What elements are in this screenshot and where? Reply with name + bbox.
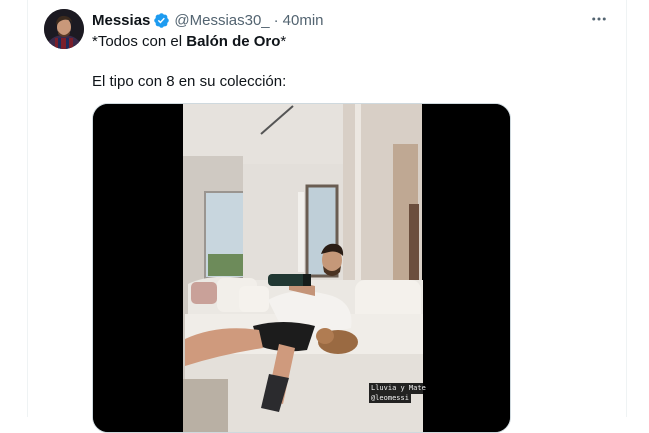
handle[interactable]: @Messias30_ bbox=[174, 12, 269, 29]
tweet-text-line2: El tipo con 8 en su colección: bbox=[92, 73, 287, 90]
tweet-header: Messias @Messias30_ · 40min bbox=[92, 10, 324, 30]
tweet-video[interactable]: Lluvia y Mate @leomessi bbox=[92, 103, 511, 433]
video-caption-line2: @leomessi bbox=[369, 394, 411, 403]
tweet-text-bold: Balón de Oro bbox=[186, 33, 281, 50]
timeline-border-right bbox=[626, 0, 627, 417]
video-frame bbox=[93, 104, 510, 432]
tweet-text-line1: *Todos con el Balón de Oro* bbox=[92, 32, 286, 52]
separator-dot: · bbox=[273, 11, 279, 29]
timestamp[interactable]: 40min bbox=[283, 12, 324, 29]
tweet-text-prefix: *Todos con el bbox=[92, 33, 187, 50]
tweet[interactable]: Messias @Messias30_ · 40min *Todos con e… bbox=[28, 0, 626, 433]
page: Messias @Messias30_ · 40min *Todos con e… bbox=[0, 0, 649, 433]
verified-badge-icon bbox=[153, 12, 170, 29]
avatar[interactable] bbox=[44, 9, 84, 49]
display-name[interactable]: Messias bbox=[92, 12, 150, 29]
more-options-icon[interactable] bbox=[588, 10, 610, 28]
tweet-text-suffix: * bbox=[280, 33, 287, 50]
video-caption-line1: Lluvia y Mate bbox=[369, 383, 428, 394]
